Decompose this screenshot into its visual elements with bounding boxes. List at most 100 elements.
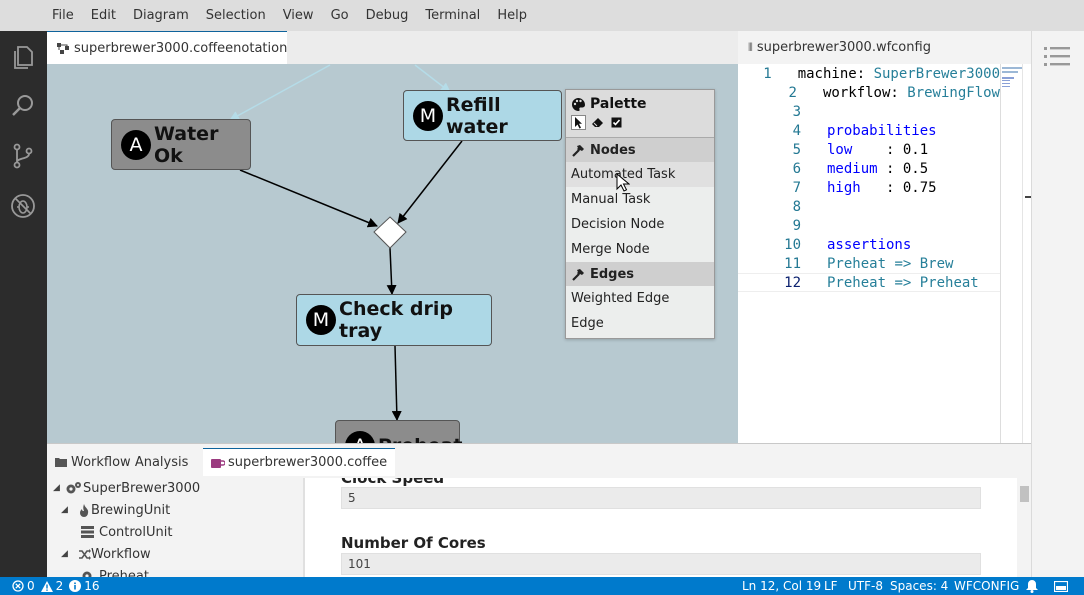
debug-icon[interactable] xyxy=(9,192,37,220)
node-water-ok[interactable]: A Water Ok xyxy=(111,119,251,170)
palette-weighted-edge[interactable]: Weighted Edge xyxy=(566,286,714,311)
tree-item-workflow[interactable]: ◢ Workflow xyxy=(61,543,151,565)
status-bar: 0 2 16 Ln 12, Col 19 LF UTF-8 Spaces: 4 … xyxy=(0,577,1084,595)
feedback-icon[interactable] xyxy=(1054,577,1068,595)
automated-badge: A xyxy=(345,431,375,443)
code-line: 1 machine: SuperBrewer3000 xyxy=(763,65,1000,82)
outline-list-icon[interactable] xyxy=(1044,45,1070,71)
tree-item-superbrewer3000[interactable]: ◢ SuperBrewer3000 xyxy=(53,478,200,499)
node-preheat[interactable]: A Preheat xyxy=(335,420,463,443)
problems-indicator[interactable]: 0 2 16 xyxy=(12,577,100,595)
edge-refill-merge[interactable] xyxy=(397,140,463,224)
config-file-icon: ⦀ xyxy=(748,40,753,54)
code-line: 4 probabilities xyxy=(792,122,937,139)
edge-merge-check[interactable] xyxy=(386,247,397,295)
palette-tools xyxy=(571,115,714,130)
outline-panel-strip xyxy=(1031,31,1084,577)
tab-superbrewer-coffee[interactable]: superbrewer3000.coffee xyxy=(203,448,395,476)
encoding[interactable]: UTF-8 xyxy=(848,577,883,595)
scrollbar-thumb[interactable] xyxy=(1020,486,1029,502)
palette-group-edges[interactable]: Edges xyxy=(566,262,714,286)
property-label-clock-speed: Clock Speed xyxy=(341,478,445,487)
language-mode[interactable]: WFCONFIG xyxy=(954,577,1019,595)
code-minimap[interactable] xyxy=(1000,64,1022,443)
diagram-file-icon xyxy=(57,42,70,54)
tab-workflow-analysis[interactable]: Workflow Analysis xyxy=(47,448,196,476)
tab-label: superbrewer3000.coffeenotation xyxy=(74,40,288,56)
edge-incoming-2[interactable] xyxy=(414,64,451,93)
menu-edit[interactable]: Edit xyxy=(87,8,120,23)
notifications-bell-icon[interactable] xyxy=(1026,577,1038,595)
mouse-cursor-icon xyxy=(616,172,631,193)
validate-tool-checkbox-icon[interactable] xyxy=(609,115,624,130)
palette-header: Palette xyxy=(566,90,714,138)
workflow-analysis-tree: ◢ SuperBrewer3000 ◢ BrewingUnit ControlU… xyxy=(47,478,303,578)
menu-terminal[interactable]: Terminal xyxy=(421,8,484,23)
palette-merge-node[interactable]: Merge Node xyxy=(566,237,714,262)
expanded-chevron-icon[interactable]: ◢ xyxy=(61,505,73,515)
automated-badge: A xyxy=(121,129,151,160)
menu-selection[interactable]: Selection xyxy=(202,8,270,23)
coffee-cup-icon xyxy=(211,457,225,469)
node-label: Refill water xyxy=(446,93,508,138)
tree-item-controlunit[interactable]: ControlUnit xyxy=(81,521,172,543)
clock-speed-input[interactable]: 5 xyxy=(341,487,981,509)
gears-icon xyxy=(65,481,83,495)
node-check-drip-tray[interactable]: M Check drip tray xyxy=(296,294,492,346)
folder-icon xyxy=(55,457,67,467)
code-line: 10 assertions xyxy=(784,236,912,253)
palette-title: Palette xyxy=(590,96,647,112)
code-line: 3 xyxy=(792,103,801,120)
tab-coffeenotation[interactable]: superbrewer3000.coffeenotation xyxy=(47,31,287,64)
bottom-tab-bar: Workflow Analysis superbrewer3000.coffee xyxy=(47,444,1031,478)
source-control-icon[interactable] xyxy=(9,142,37,170)
merge-node[interactable] xyxy=(373,216,407,249)
tab-wfconfig[interactable]: ⦀ superbrewer3000.wfconfig xyxy=(738,31,942,64)
palette-manual-task[interactable]: Manual Task xyxy=(566,187,714,212)
menu-help[interactable]: Help xyxy=(493,8,531,23)
code-line: 5 low : 0.1 xyxy=(792,141,929,158)
number-of-cores-input[interactable]: 101 xyxy=(341,553,981,575)
tree-item-brewingunit[interactable]: ◢ BrewingUnit xyxy=(61,499,170,521)
delete-tool-eraser-icon[interactable] xyxy=(590,115,605,130)
menu-debug[interactable]: Debug xyxy=(362,8,413,23)
explorer-icon[interactable] xyxy=(9,43,37,71)
minimap-preview xyxy=(1002,67,1022,87)
shuffle-icon xyxy=(73,548,91,560)
end-of-line[interactable]: LF xyxy=(824,577,838,595)
select-tool-pointer-icon[interactable] xyxy=(571,115,586,130)
code-line: 11 Preheat => Brew xyxy=(784,255,954,272)
error-icon xyxy=(12,580,24,592)
expanded-chevron-icon[interactable]: ◢ xyxy=(53,483,65,493)
properties-form: Clock Speed 5 Number Of Cores 101 xyxy=(305,478,1017,578)
expanded-chevron-icon[interactable]: ◢ xyxy=(61,549,73,559)
node-label: Preheat xyxy=(378,435,463,443)
code-line: 7 high : 0.75 xyxy=(792,179,937,196)
palette-group-nodes[interactable]: Nodes xyxy=(566,138,714,162)
tool-palette: Palette Nodes Automated Task Manual Task xyxy=(565,89,715,339)
node-label: Check drip tray xyxy=(339,298,453,342)
menu-diagram[interactable]: Diagram xyxy=(129,8,193,23)
menu-go[interactable]: Go xyxy=(327,8,353,23)
code-line: 8 xyxy=(792,198,801,215)
activity-bar xyxy=(0,31,47,577)
diagram-tab-bar: superbrewer3000.coffeenotation xyxy=(47,31,738,64)
menu-file[interactable]: File xyxy=(48,8,78,23)
menu-view[interactable]: View xyxy=(279,8,318,23)
server-icon xyxy=(81,526,99,538)
code-line: 6 medium : 0.5 xyxy=(792,160,929,177)
palette-decision-node[interactable]: Decision Node xyxy=(566,212,714,237)
palette-automated-task[interactable]: Automated Task xyxy=(566,162,714,187)
edge-check-preheat[interactable] xyxy=(391,345,402,421)
property-label-number-of-cores: Number Of Cores xyxy=(341,534,486,552)
flame-icon xyxy=(73,503,91,517)
palette-edge[interactable]: Edge xyxy=(566,311,714,336)
indentation[interactable]: Spaces: 4 xyxy=(890,577,948,595)
tab-label: superbrewer3000.wfconfig xyxy=(756,40,931,55)
cursor-position[interactable]: Ln 12, Col 19 xyxy=(742,577,821,595)
properties-scrollbar[interactable] xyxy=(1017,478,1031,578)
search-icon[interactable] xyxy=(9,92,37,120)
node-refill-water[interactable]: M Refill water xyxy=(403,90,562,141)
edge-waterok-merge[interactable] xyxy=(239,169,378,228)
edge-incoming-1[interactable] xyxy=(229,64,331,121)
